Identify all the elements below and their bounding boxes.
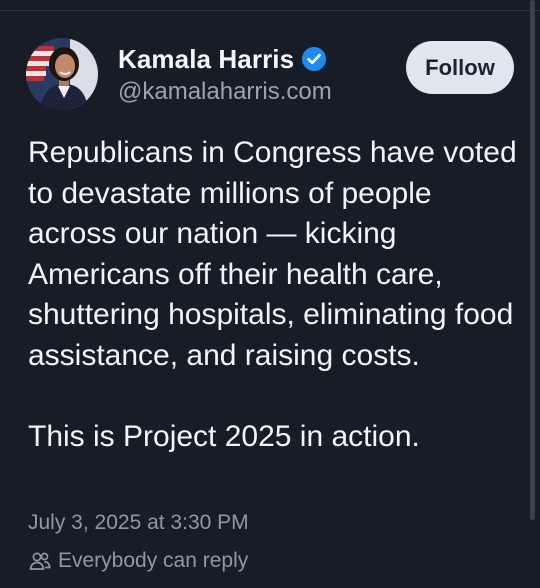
follow-button[interactable]: Follow <box>406 41 514 94</box>
author-display-name[interactable]: Kamala Harris <box>118 44 294 75</box>
top-divider <box>0 10 540 11</box>
reply-setting-label: Everybody can reply <box>58 549 249 572</box>
post-text: Republicans in Congress have voted to de… <box>28 133 518 457</box>
post-header: Kamala Harris @kamalaharris.com Follow <box>26 38 516 112</box>
post-paragraph: This is Project 2025 in action. <box>28 419 420 453</box>
verified-badge-icon <box>301 46 327 72</box>
scrollbar-thumb[interactable] <box>530 0 535 520</box>
people-icon <box>28 549 52 573</box>
post-paragraph: Republicans in Congress have voted to de… <box>28 136 517 372</box>
profile-photo-icon <box>26 38 98 110</box>
name-row: Kamala Harris <box>118 42 332 76</box>
reply-setting: Everybody can reply <box>28 549 248 573</box>
avatar[interactable] <box>26 38 98 110</box>
author-info: Kamala Harris @kamalaharris.com <box>118 42 332 106</box>
post-timestamp[interactable]: July 3, 2025 at 3:30 PM <box>28 511 249 535</box>
author-handle[interactable]: @kamalaharris.com <box>118 78 332 106</box>
